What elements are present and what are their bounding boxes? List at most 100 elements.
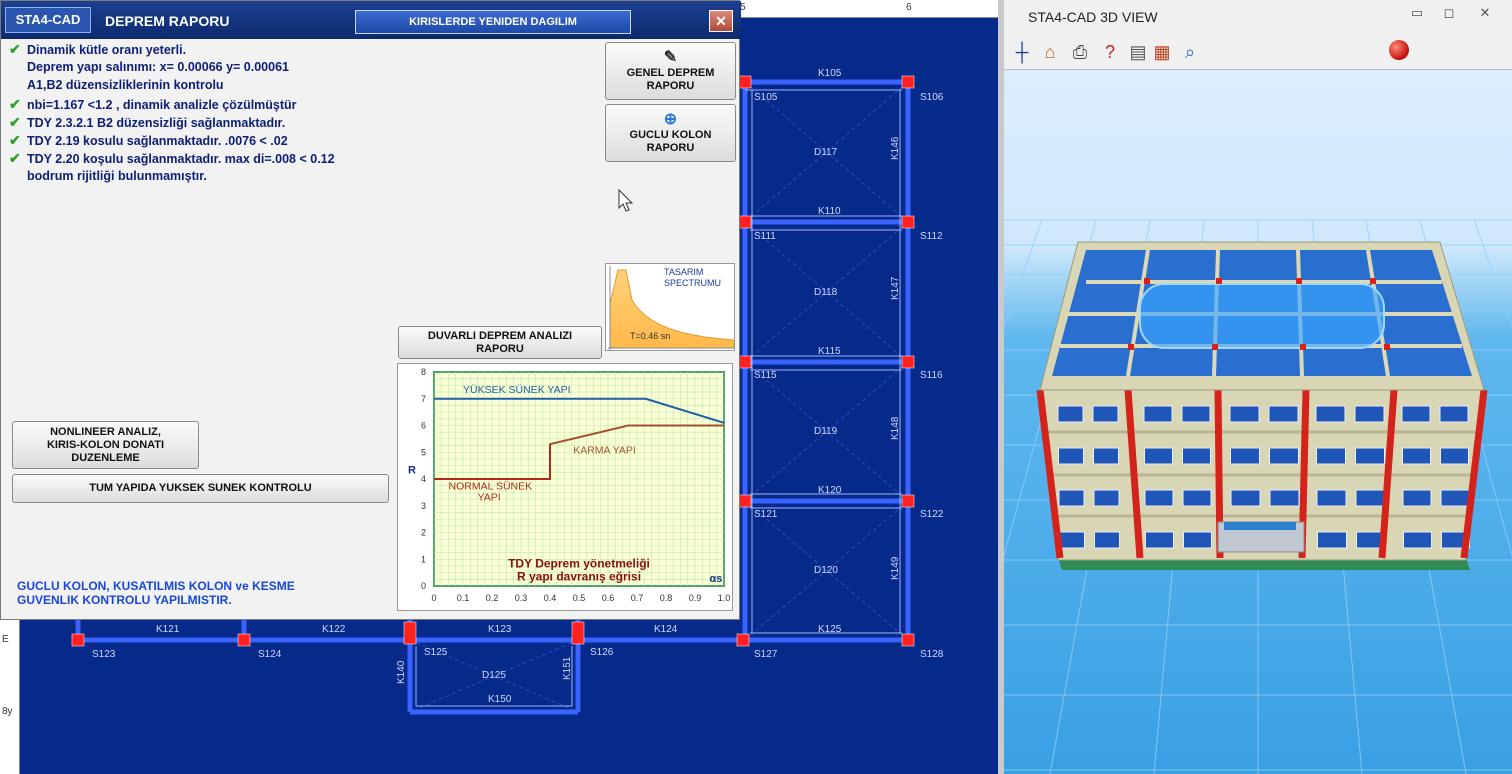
window-pane [1143, 405, 1173, 423]
zoom-icon[interactable]: ⌕ [1178, 40, 1202, 64]
x-tick-label: 0.4 [544, 593, 557, 603]
x-tick-label: 0.9 [689, 593, 702, 603]
window-pane [1144, 447, 1173, 465]
close-button[interactable]: ✕ [709, 10, 733, 32]
grid-axis-icon[interactable]: ┼ [1010, 40, 1034, 64]
3d-viewport[interactable] [1004, 70, 1512, 774]
button-label-line: GENEL DEPREM [626, 67, 715, 79]
report-line: bodrum rijitliği bulunmamıştır. [27, 169, 207, 183]
report-line: ✔ Dinamik kütle oranı yeterli. [9, 41, 187, 57]
dialog-title: DEPREM RAPORU [105, 13, 230, 29]
deprem-raporu-dialog: STA4-CAD DEPREM RAPORU KIRISLERDE YENIDE… [0, 0, 741, 620]
y-tick-label: 3 [421, 501, 426, 511]
window-pane [1355, 489, 1386, 507]
window-pane [1269, 489, 1300, 507]
x-tick-label: 0.2 [486, 593, 499, 603]
button-label-line: RAPORU [646, 142, 695, 154]
column-label: S122 [920, 509, 944, 520]
y-tick-label: 0 [421, 581, 426, 591]
beam-label: K105 [818, 68, 842, 79]
column-label: S125 [424, 647, 448, 658]
y-tick-label: 1 [421, 554, 426, 564]
minimize-button[interactable]: ▭ [1404, 4, 1430, 22]
window-pane [1230, 489, 1261, 507]
column-label: S124 [258, 649, 282, 660]
button-label-line: DUZENLEME [71, 451, 140, 464]
window-pane [1092, 405, 1119, 423]
x-tick-label: 0.8 [660, 593, 673, 603]
help-icon[interactable]: ? [1098, 40, 1122, 64]
window-pane [1093, 489, 1120, 507]
button-label-line: RAPORU [476, 342, 524, 355]
skylight-dome [1139, 283, 1385, 349]
window-pane [1230, 447, 1260, 465]
x-tick-label: 0.3 [515, 593, 528, 603]
y-tick-label: 5 [421, 447, 426, 457]
check-icon: ✔ [9, 150, 21, 166]
mouse-cursor-icon [618, 189, 634, 212]
entrance-glass [1224, 522, 1296, 530]
window-pane [1354, 405, 1385, 423]
column-label: S127 [754, 649, 778, 660]
slab-label: D125 [482, 670, 506, 681]
button-label-line: KIRIS-KOLON DONATI [46, 438, 165, 451]
window-pane [1268, 405, 1299, 423]
stop-render-icon[interactable] [1389, 40, 1409, 60]
x-tick-label: 0.7 [631, 593, 644, 603]
beam-label: K147 [890, 276, 901, 300]
window-pane [1401, 405, 1431, 423]
app-badge: STA4-CAD [5, 7, 91, 33]
slab-label: D117 [814, 147, 838, 158]
tab-kirislerde-yeniden-dagilim[interactable]: KIRISLERDE YENIDEN DAGILIM [355, 10, 631, 34]
tum-yapida-yuksek-sunek-kontrolu-button[interactable]: TUM YAPIDA YUKSEK SUNEK KONTROLU [12, 474, 389, 503]
report-line: ✔ TDY 2.3.2.1 B2 düzensizliği sağlanmakta… [9, 114, 286, 130]
column-label: S128 [920, 649, 944, 660]
beam-label: K122 [322, 624, 346, 635]
guclu-kolon-raporu-button[interactable]: ⊕ GUCLU KOLON RAPORU [605, 104, 736, 162]
home-icon[interactable]: ⌂ [1038, 40, 1062, 64]
beam-label: K151 [562, 656, 573, 680]
chart-title: TDY Deprem yönetmeliği [508, 556, 650, 570]
x-axis-label: αs [710, 573, 723, 585]
button-label-line: RAPORU [646, 80, 695, 92]
check-icon: ✔ [9, 96, 21, 112]
window-pane [1439, 405, 1469, 423]
toggle-view-icon[interactable]: ▤ [1126, 40, 1150, 64]
report-line: ✔ nbi=1.167 <1.2 , dinamik analizle çözül… [9, 96, 297, 112]
window-pane [1440, 447, 1469, 465]
window-pane [1355, 447, 1385, 465]
close-window-button[interactable]: ✕ [1472, 4, 1498, 22]
dialog-title-bar[interactable]: STA4-CAD DEPREM RAPORU KIRISLERDE YENIDE… [1, 1, 741, 39]
r-davranis-chart: 0 0.1 0.2 0.3 0.4 0.5 0.6 0.7 0.8 0.9 1.0 0 1 2 3 4 5 6 7 8… [397, 363, 733, 611]
guclu-kolon-status-note: GUCLU KOLON, KUSATILMIS KOLON ve KESME G… [17, 579, 295, 607]
genel-deprem-raporu-button[interactable]: ✎ GENEL DEPREM RAPORU [605, 42, 736, 100]
brick-wall-icon[interactable]: ▦ [1150, 40, 1174, 64]
duvarli-deprem-analizi-raporu-button[interactable]: DUVARLI DEPREM ANALIZI RAPORU [398, 326, 602, 359]
maximize-button[interactable]: ◻ [1436, 4, 1462, 22]
check-icon: ✔ [9, 114, 21, 130]
beam-label: K148 [890, 416, 901, 440]
beam-label: K140 [396, 660, 407, 684]
window-pane [1317, 531, 1347, 549]
print-icon[interactable]: ⎙ [1068, 40, 1092, 64]
x-tick-label: 0.1 [457, 593, 470, 603]
spectrum-period-label: T=0.46 sn [630, 331, 671, 341]
check-icon: ✔ [9, 41, 21, 57]
window-pane [1183, 531, 1212, 549]
chart-subtitle: R yapı davranış eğrisi [517, 570, 641, 584]
ruler-tick-label: 8y [2, 706, 13, 717]
report-line: ✔ TDY 2.20 koşulu sağlanmaktadır. max di=… [9, 150, 335, 166]
tasarim-spectrumu-thumbnail[interactable]: TASARIM SPECTRUMU T=0.46 sn [605, 263, 735, 351]
3d-building-render [1004, 219, 1512, 774]
window-pane [1144, 489, 1174, 507]
window-pane [1058, 447, 1084, 465]
series-label: KARMA YAPI [573, 444, 636, 456]
r-chart-svg: 0 0.1 0.2 0.3 0.4 0.5 0.6 0.7 0.8 0.9 1.0 0 1 2 3 4 5 6 7 8… [408, 367, 730, 603]
column-label: S126 [590, 647, 614, 658]
slab-label: D118 [814, 287, 838, 298]
window-pane [1181, 405, 1211, 423]
window-pane [1440, 489, 1470, 507]
beam-label: K120 [818, 485, 842, 496]
status-note-line: GUCLU KOLON, KUSATILMIS KOLON ve KESME [17, 579, 295, 593]
nonlineer-analiz-button[interactable]: NONLINEER ANALIZ, KIRIS-KOLON DONATI DUZ… [12, 421, 199, 469]
